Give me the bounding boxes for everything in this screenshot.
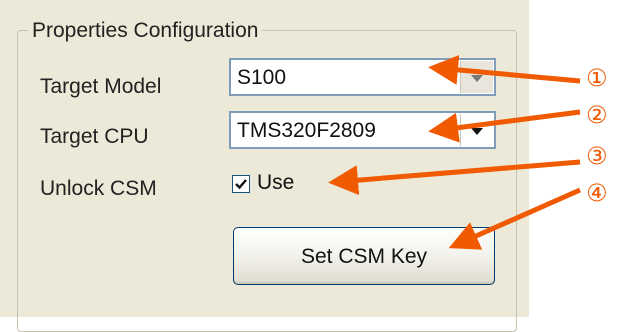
arrow-4 — [448, 187, 582, 250]
marker-1: ① — [586, 65, 608, 92]
marker-3: ③ — [586, 143, 608, 170]
arrow-2 — [428, 109, 581, 143]
arrow-3 — [328, 159, 581, 196]
arrow-1 — [428, 54, 581, 85]
marker-4: ④ — [586, 180, 608, 207]
marker-2: ② — [586, 102, 608, 129]
annotation-arrows — [328, 54, 582, 250]
